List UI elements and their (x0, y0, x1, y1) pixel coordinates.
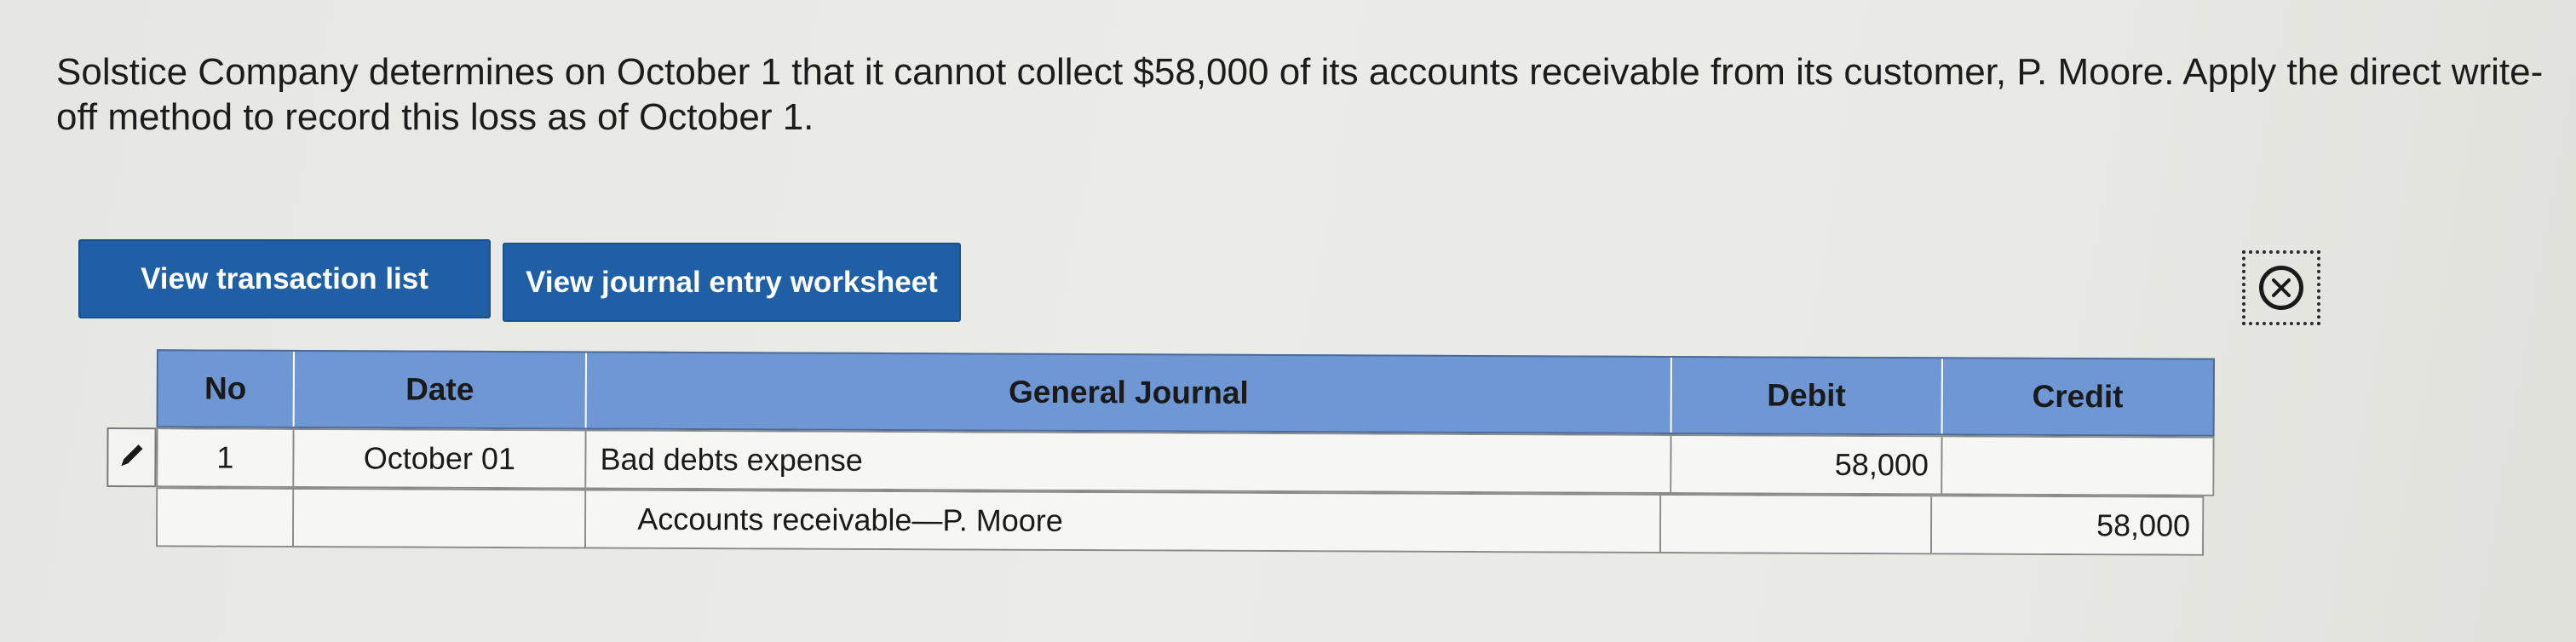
journal-row: 1 October 01 Bad debts expense 58,000 (106, 427, 2215, 496)
journal-header-row: No Date General Journal Debit Credit (156, 349, 2215, 437)
row-no: 1 (158, 429, 295, 486)
header-debit: Debit (1671, 358, 1943, 434)
row-no (157, 489, 295, 546)
close-button[interactable] (2242, 250, 2320, 325)
view-transaction-list-button[interactable]: View transaction list (78, 239, 491, 318)
edit-row-button[interactable] (106, 427, 157, 488)
row-account[interactable]: Accounts receivable—P. Moore (586, 490, 1662, 552)
row-credit[interactable]: 58,000 (1931, 496, 2203, 554)
row-credit[interactable] (1941, 437, 2213, 495)
header-date: Date (294, 351, 588, 428)
row-date[interactable]: October 01 (294, 429, 587, 488)
question-text: Solstice Company determines on October 1… (56, 51, 2544, 138)
journal-row: Accounts receivable—P. Moore 58,000 (106, 487, 2214, 556)
row-debit[interactable] (1661, 495, 1932, 553)
row-debit[interactable]: 58,000 (1671, 436, 1943, 494)
row-account[interactable]: Bad debts expense (586, 431, 1672, 493)
header-general-journal: General Journal (586, 353, 1673, 433)
journal-table: No Date General Journal Debit Credit 1 O… (106, 349, 2215, 561)
pencil-icon (114, 439, 148, 477)
circle-x-icon (2259, 266, 2303, 310)
row-date[interactable] (293, 489, 587, 547)
header-credit: Credit (2032, 378, 2124, 415)
view-journal-entry-worksheet-button[interactable]: View journal entry worksheet (503, 243, 961, 322)
header-no: No (158, 351, 295, 427)
